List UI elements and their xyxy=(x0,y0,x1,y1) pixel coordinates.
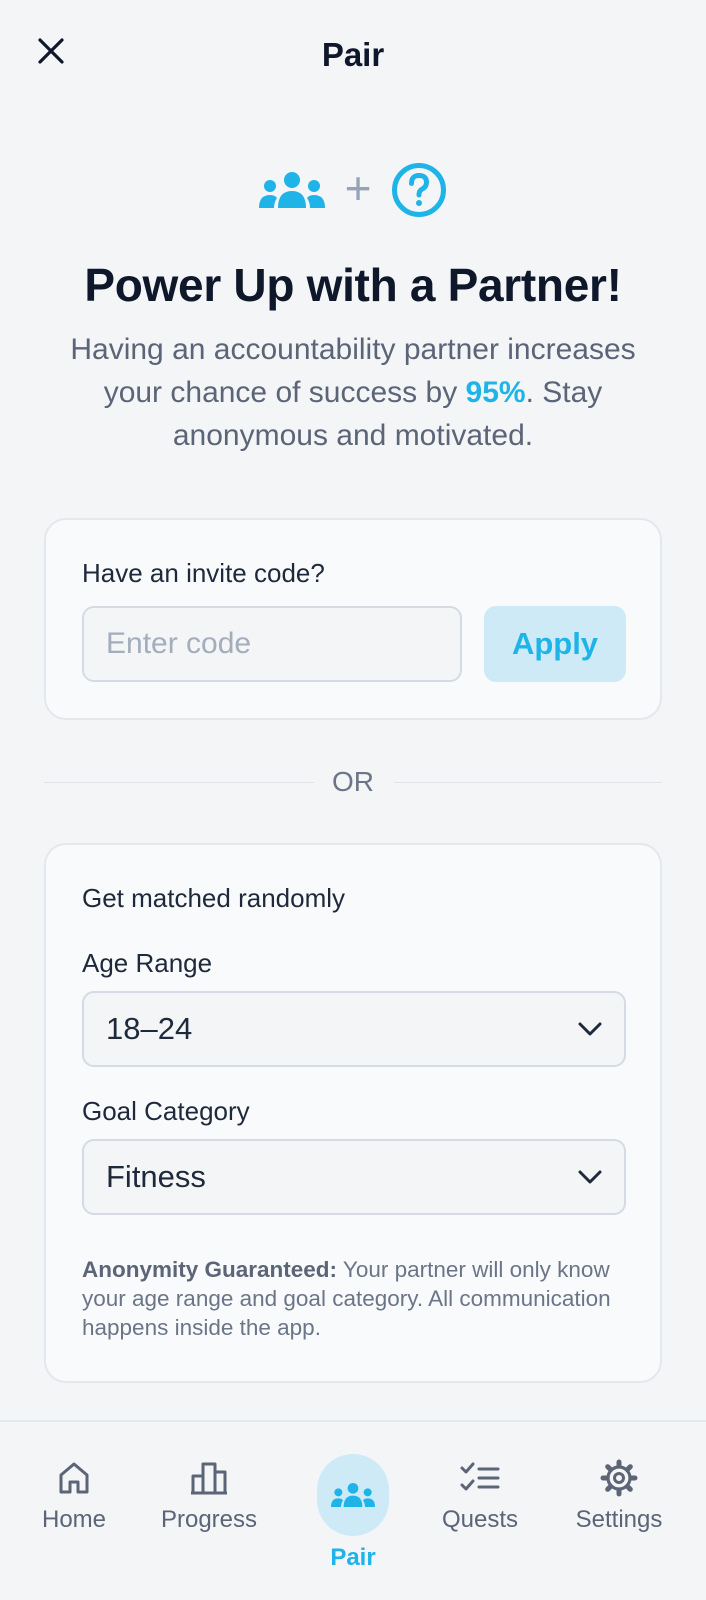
gear-icon xyxy=(600,1459,638,1497)
bar-chart-icon xyxy=(191,1462,227,1495)
page-title: Pair xyxy=(321,36,385,73)
nav-item-pair[interactable]: Pair xyxy=(283,1422,423,1600)
nav-label: Pair xyxy=(330,1544,376,1571)
nav-item-progress[interactable]: Progress xyxy=(139,1422,279,1600)
age-range-select[interactable]: 18–24 xyxy=(82,991,626,1067)
plus-sign: + xyxy=(344,162,372,214)
home-icon xyxy=(59,1462,89,1494)
invite-code-label: Have an invite code? xyxy=(82,558,325,588)
gear-icon-wrap xyxy=(599,1458,639,1498)
divider-line-right xyxy=(394,782,662,783)
home-icon-wrap xyxy=(54,1458,94,1498)
question-circle-icon xyxy=(392,163,447,217)
random-match-title: Get matched randomly xyxy=(82,883,346,913)
nav-item-settings[interactable]: Settings xyxy=(549,1422,689,1600)
age-range-value: 18–24 xyxy=(106,1011,193,1046)
header: Pair xyxy=(0,0,706,110)
description: Having an accountability partner increas… xyxy=(50,328,656,457)
anonymity-note: Anonymity Guaranteed: Your partner will … xyxy=(82,1255,622,1342)
nav-item-quests[interactable]: Quests xyxy=(410,1422,550,1600)
headline: Power Up with a Partner! xyxy=(84,259,622,311)
nav-label: Settings xyxy=(575,1506,663,1533)
invite-code-card: Have an invite code? Apply xyxy=(44,518,662,720)
users-icon xyxy=(258,172,325,208)
apply-button[interactable]: Apply xyxy=(484,606,626,682)
checklist-icon xyxy=(460,1462,500,1491)
nav-label: Quests xyxy=(441,1506,519,1533)
nav-label: Home xyxy=(41,1506,107,1533)
bar-chart-icon-wrap xyxy=(189,1458,229,1498)
goal-category-value: Fitness xyxy=(106,1159,206,1194)
chevron-down-icon xyxy=(578,1170,602,1184)
or-divider: OR xyxy=(44,762,662,802)
success-percentage: 95% xyxy=(465,376,526,409)
hero-icons: + xyxy=(0,160,706,220)
chevron-down-icon xyxy=(578,1022,602,1036)
goal-category-label: Goal Category xyxy=(82,1096,250,1126)
checklist-icon-wrap xyxy=(460,1458,500,1498)
anonymity-note-title: Anonymity Guaranteed: xyxy=(82,1257,338,1282)
nav-item-home[interactable]: Home xyxy=(4,1422,144,1600)
nav-label: Progress xyxy=(160,1506,258,1533)
random-match-card: Get matched randomly Age Range 18–24 Goa… xyxy=(44,843,662,1383)
nav-active-pill xyxy=(317,1454,389,1536)
bottom-navigation: Home Progress Pair Quests Settings xyxy=(0,1420,706,1600)
goal-category-select[interactable]: Fitness xyxy=(82,1139,626,1215)
users-icon xyxy=(331,1483,375,1507)
invite-code-input[interactable] xyxy=(82,606,462,682)
age-range-label: Age Range xyxy=(82,948,213,978)
